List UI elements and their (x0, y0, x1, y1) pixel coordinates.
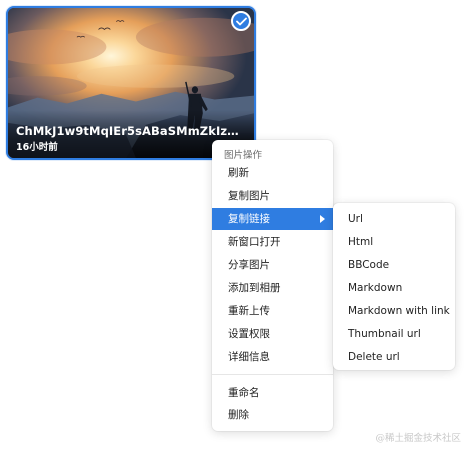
menu-item-delete[interactable]: 删除 (212, 404, 333, 426)
copy-link-submenu: Url Html BBCode Markdown Markdown with l… (333, 203, 455, 370)
submenu-item-markdown[interactable]: Markdown (333, 278, 455, 298)
image-card[interactable]: ChMkJ1w9tMqIEr5sABaSMmZkIzwAAuZvQ... 16小… (6, 6, 256, 160)
context-menu-header: 图片操作 (224, 150, 263, 161)
menu-item-label: 刷新 (228, 167, 249, 179)
context-menu: 图片操作 刷新 复制图片 复制链接 新窗口打开 分享图片 添加到相册 重新上传 … (212, 140, 333, 431)
menu-item-refresh[interactable]: 刷新 (212, 162, 333, 184)
watermark: @稀土掘金技术社区 (375, 433, 461, 444)
menu-item-set-permission[interactable]: 设置权限 (212, 323, 333, 345)
menu-item-copy-image[interactable]: 复制图片 (212, 185, 333, 207)
menu-item-copy-link[interactable]: 复制链接 (212, 208, 333, 230)
menu-item-label: 新窗口打开 (228, 236, 281, 248)
submenu-item-label: Thumbnail url (348, 328, 421, 340)
menu-divider (212, 374, 333, 375)
submenu-item-markdown-with-link[interactable]: Markdown with link (333, 301, 455, 321)
menu-item-open-new-window[interactable]: 新窗口打开 (212, 231, 333, 253)
menu-item-label: 删除 (228, 409, 249, 421)
submenu-item-label: Html (348, 236, 374, 248)
menu-item-label: 详细信息 (228, 351, 270, 363)
submenu-item-thumbnail-url[interactable]: Thumbnail url (333, 324, 455, 344)
menu-item-add-to-album[interactable]: 添加到相册 (212, 277, 333, 299)
menu-item-label: 重新上传 (228, 305, 270, 317)
menu-item-details[interactable]: 详细信息 (212, 346, 333, 368)
submenu-item-label: Delete url (348, 351, 400, 363)
menu-item-reupload[interactable]: 重新上传 (212, 300, 333, 322)
menu-item-label: 复制图片 (228, 190, 270, 202)
submenu-item-label: Url (348, 213, 363, 225)
submenu-item-delete-url[interactable]: Delete url (333, 347, 455, 367)
chevron-right-icon (320, 215, 325, 223)
menu-item-share-image[interactable]: 分享图片 (212, 254, 333, 276)
submenu-item-html[interactable]: Html (333, 232, 455, 252)
image-filename: ChMkJ1w9tMqIEr5sABaSMmZkIzwAAuZvQ... (16, 124, 240, 138)
menu-item-rename[interactable]: 重命名 (212, 382, 333, 404)
submenu-item-bbcode[interactable]: BBCode (333, 255, 455, 275)
menu-item-label: 复制链接 (228, 213, 270, 225)
selected-check-icon[interactable] (231, 11, 251, 31)
submenu-item-label: BBCode (348, 259, 390, 271)
submenu-item-label: Markdown with link (348, 305, 450, 317)
menu-item-label: 添加到相册 (228, 282, 281, 294)
menu-item-label: 设置权限 (228, 328, 270, 340)
submenu-item-url[interactable]: Url (333, 209, 455, 229)
menu-item-label: 分享图片 (228, 259, 270, 271)
image-upload-time: 16小时前 (16, 142, 58, 153)
menu-item-label: 重命名 (228, 387, 260, 399)
submenu-item-label: Markdown (348, 282, 403, 294)
